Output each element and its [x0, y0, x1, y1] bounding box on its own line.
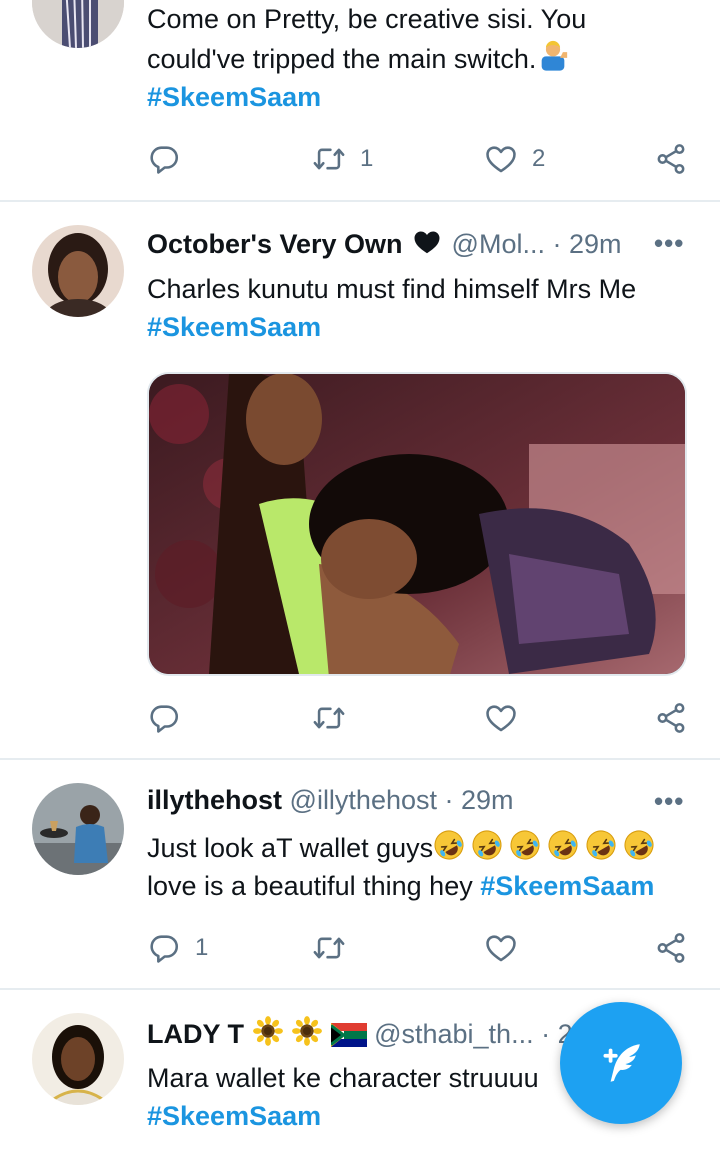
tweet-photo[interactable]: [147, 372, 687, 676]
person-tipping-hand-emoji: [536, 38, 570, 72]
tweet-text: Just look aT wallet guys love is a beaut…: [147, 829, 655, 905]
south-africa-flag-emoji: [331, 1023, 367, 1047]
divider: [0, 758, 720, 760]
like-button[interactable]: 2: [484, 139, 545, 179]
sunflower-emoji: [291, 1015, 323, 1047]
share-button[interactable]: [654, 698, 688, 738]
hashtag-link[interactable]: #SkeemSaam: [480, 871, 654, 901]
reply-count: 1: [195, 934, 209, 961]
user-handle[interactable]: @illythehost: [290, 785, 437, 815]
display-name[interactable]: LADY T: [147, 1019, 244, 1049]
share-icon: [654, 931, 688, 965]
retweet-icon: [312, 142, 346, 176]
avatar[interactable]: [32, 225, 124, 317]
rofl-emoji: [585, 829, 617, 861]
timestamp: · 29m: [444, 785, 514, 815]
rofl-emoji: [547, 829, 579, 861]
timestamp: · 29m: [552, 229, 622, 259]
tweet-text: Mara wallet ke character struuuu #SkeemS…: [147, 1059, 539, 1135]
avatar[interactable]: [32, 0, 124, 48]
like-count: 2: [532, 145, 546, 172]
retweet-button[interactable]: 1: [312, 139, 373, 179]
rofl-emoji: [509, 829, 541, 861]
display-name[interactable]: illythehost: [147, 785, 282, 815]
more-options-button[interactable]: •••: [654, 228, 684, 259]
like-icon: [484, 701, 518, 735]
hashtag-link[interactable]: #SkeemSaam: [147, 308, 636, 346]
reply-button[interactable]: [147, 139, 181, 179]
avatar[interactable]: [32, 1013, 124, 1105]
rofl-emoji: [433, 829, 465, 861]
tweet-text: Charles kunutu must find himself Mrs Me …: [147, 270, 636, 346]
avatar[interactable]: [32, 783, 124, 875]
divider: [0, 200, 720, 202]
user-handle[interactable]: @Mol...: [452, 229, 545, 259]
hashtag-link[interactable]: #SkeemSaam: [147, 1097, 539, 1135]
tweet-header: LADY T @sthabi_th... · 2: [147, 1015, 573, 1050]
tweet-text: Come on Pretty, be creative sisi. You co…: [147, 0, 586, 116]
reply-icon: [147, 931, 181, 965]
display-name[interactable]: October's Very Own: [147, 229, 403, 259]
heart-emoji: [410, 227, 444, 257]
compose-tweet-icon: [603, 1044, 640, 1082]
share-icon: [654, 142, 688, 176]
reply-button[interactable]: [147, 698, 181, 738]
rofl-emoji: [623, 829, 655, 861]
hashtag-link[interactable]: #SkeemSaam: [147, 78, 586, 116]
retweet-icon: [312, 931, 346, 965]
share-button[interactable]: [654, 139, 688, 179]
like-icon: [484, 142, 518, 176]
reply-button[interactable]: 1: [147, 928, 208, 968]
like-icon: [484, 931, 518, 965]
sunflower-emoji: [252, 1015, 284, 1047]
share-icon: [654, 701, 688, 735]
retweet-button[interactable]: [312, 928, 346, 968]
retweet-count: 1: [360, 145, 374, 172]
more-options-button[interactable]: •••: [654, 786, 684, 817]
tweet-header: October's Very Own @Mol... · 29m: [147, 227, 622, 260]
reply-icon: [147, 142, 181, 176]
compose-tweet-button[interactable]: [560, 1002, 682, 1124]
like-button[interactable]: [484, 928, 518, 968]
retweet-button[interactable]: [312, 698, 346, 738]
user-handle[interactable]: @sthabi_th...: [374, 1019, 534, 1049]
divider: [0, 988, 720, 990]
share-button[interactable]: [654, 928, 688, 968]
reply-icon: [147, 701, 181, 735]
tweet-header: illythehost @illythehost · 29m: [147, 785, 514, 816]
retweet-icon: [312, 701, 346, 735]
like-button[interactable]: [484, 698, 518, 738]
rofl-emoji: [471, 829, 503, 861]
